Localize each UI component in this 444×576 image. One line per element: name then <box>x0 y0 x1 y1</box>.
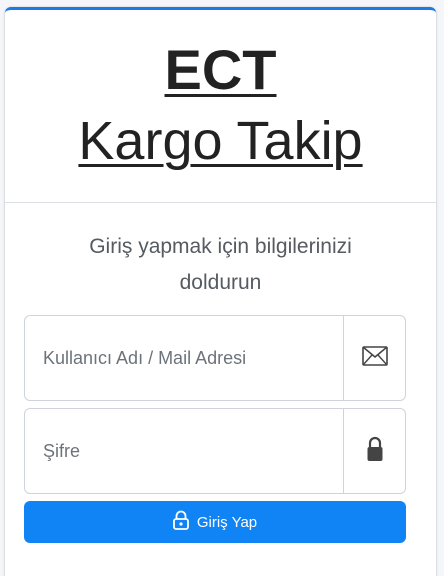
card-header: ECT Kargo Takip <box>5 10 436 203</box>
login-page: ECT Kargo Takip Giriş yapmak için bilgil… <box>0 0 444 576</box>
login-button-label: Giriş Yap <box>196 513 258 531</box>
brand-subtitle[interactable]: Kargo Takip <box>5 108 436 174</box>
envelope-icon <box>361 345 388 371</box>
unlock-icon <box>172 510 189 534</box>
card-body: Giriş yapmak için bilgilerinizi doldurun <box>5 229 436 301</box>
login-button[interactable]: Giriş Yap <box>24 501 406 543</box>
brand-title[interactable]: ECT <box>165 38 277 102</box>
password-input-group <box>24 408 406 494</box>
password-addon <box>343 409 405 493</box>
login-message: Giriş yapmak için bilgilerinizi doldurun <box>89 235 352 294</box>
username-input-group <box>24 315 406 401</box>
username-addon <box>343 316 405 400</box>
password-input[interactable] <box>25 409 343 493</box>
lock-icon <box>366 436 384 467</box>
username-input[interactable] <box>25 316 343 400</box>
